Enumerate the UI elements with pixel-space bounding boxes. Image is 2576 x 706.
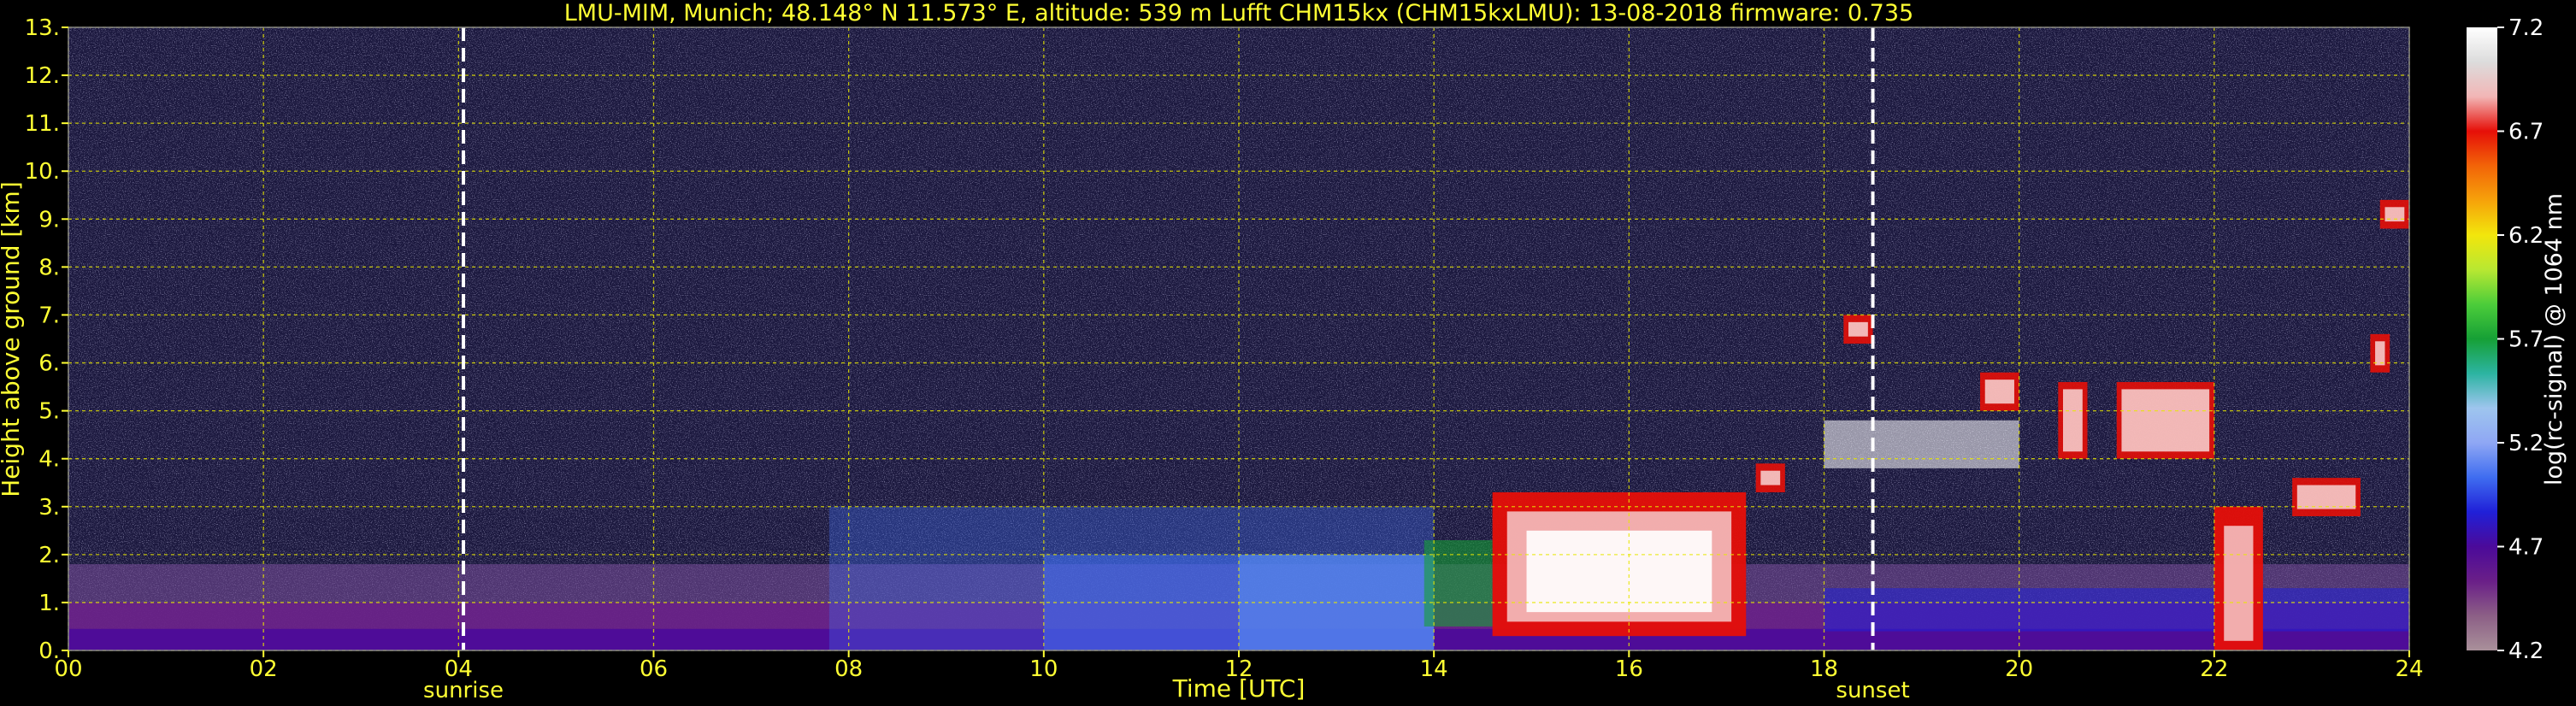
colorbar-tick-label: 5.2 [2508,431,2544,456]
colorbar-tick-label: 4.7 [2508,535,2544,561]
sunset-label: sunset [1836,678,1909,703]
y-tick-label: 1. [38,591,60,616]
y-tick-label: 13. [25,15,60,41]
colorbar-tick-label: 7.2 [2508,15,2544,41]
colorbar-tick-label: 5.7 [2508,327,2544,353]
y-tick-label: 11. [25,111,60,137]
y-tick-label: 9. [38,207,60,232]
cloud [1848,321,1868,337]
cloud [2063,389,2083,452]
x-tick-label: 10 [1029,656,1058,682]
cloud [1824,420,2019,468]
chart-title: LMU-MIM, Munich; 48.148° N 11.573° E, al… [564,0,1913,26]
cloud [2121,389,2210,452]
x-tick-label: 08 [834,656,863,682]
y-tick-label: 5. [38,399,60,425]
colorbar [2467,27,2497,650]
x-axis-label: Time [UTC] [1172,674,1306,703]
cloud [2296,485,2356,509]
y-tick-label: 12. [25,63,60,89]
x-tick-label: 04 [445,656,473,682]
x-tick-label: 00 [54,656,82,682]
colorbar-label: log(rc-signal) @ 1064 nm [2541,193,2567,485]
x-tick-label: 06 [640,656,668,682]
colorbar-tick-label: 6.2 [2508,223,2544,249]
cloud [1526,530,1712,613]
cloud [2224,526,2254,641]
x-tick-label: 22 [2200,656,2228,682]
y-tick-label: 7. [38,303,60,328]
chart: LMU-MIM, Munich; 48.148° N 11.573° E, al… [0,0,2567,703]
x-tick-label: 20 [2005,656,2033,682]
y-tick-label: 8. [38,255,60,280]
aerosol-layer [1824,588,2409,632]
y-tick-label: 2. [38,543,60,568]
y-axis-label: Height above ground [km] [0,181,25,497]
cloud [1760,470,1781,485]
colorbar-tick-label: 4.2 [2508,638,2544,664]
x-tick-label: 02 [250,656,278,682]
cloud [1984,379,2014,404]
y-tick-label: 10. [25,159,60,185]
y-tick-label: 4. [38,447,60,473]
x-tick-label: 16 [1615,656,1643,682]
y-tick-label: 3. [38,495,60,521]
y-tick-label: 6. [38,351,60,377]
cloud [2375,341,2385,366]
colorbar-tick-label: 6.7 [2508,120,2544,145]
x-tick-label: 24 [2395,656,2423,682]
x-tick-label: 14 [1420,656,1448,682]
x-tick-label: 18 [1810,656,1838,682]
